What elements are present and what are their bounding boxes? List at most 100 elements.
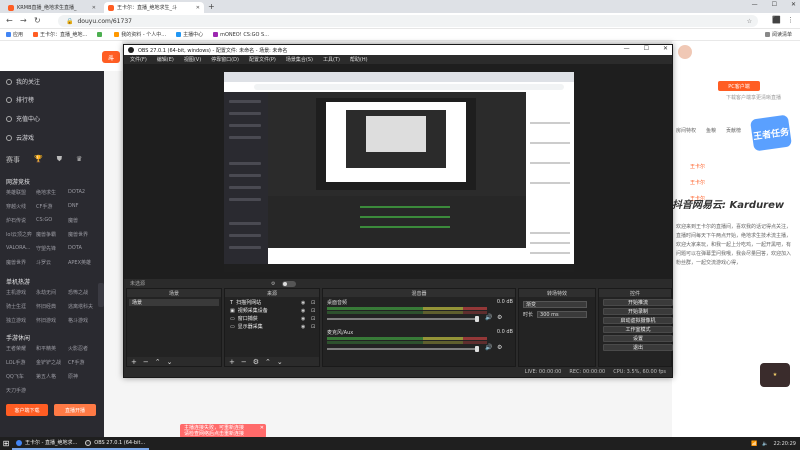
scene-item[interactable]: 场景 — [129, 299, 219, 306]
source-item[interactable]: ▣ 视频采集设备 ◉ ⊡ — [227, 307, 317, 315]
start-live-button[interactable]: 直播开播 — [54, 404, 96, 416]
category-link[interactable]: 火影忍者 — [68, 345, 98, 352]
category-link[interactable]: 格斗游戏 — [68, 317, 98, 324]
promo-badge-icon[interactable]: ★ — [760, 363, 790, 387]
room-tab[interactable]: 房间特权 — [676, 127, 696, 134]
trophy-icon[interactable]: 🏆 — [34, 155, 43, 165]
bookmark-item[interactable]: 王卡尔：直播_绝地... — [33, 31, 87, 38]
maximize-icon[interactable]: ☐ — [644, 45, 649, 52]
lock-icon[interactable]: ⊡ — [311, 324, 315, 330]
category-link[interactable]: CF手游 — [36, 203, 68, 210]
category-link[interactable]: 怀旧经典 — [36, 303, 68, 310]
bookmark-item[interactable]: 我的资料 - 个人中... — [114, 31, 166, 38]
category-link[interactable]: 逃离塔科夫 — [68, 303, 98, 310]
category-link[interactable]: DNF — [68, 203, 98, 210]
taskbar-app-obs[interactable]: OBS 27.0.1 (64-bit... — [81, 437, 150, 450]
maximize-icon[interactable]: ☐ — [772, 1, 777, 8]
taskbar-app-chrome[interactable]: 王卡尔 - 直播_绝地求... — [12, 437, 82, 450]
address-bar[interactable]: 🔒 douyu.com/61737 ☆ — [58, 15, 758, 27]
new-tab-button[interactable]: + — [208, 2, 215, 11]
category-link[interactable]: 绝地求生 — [36, 189, 68, 196]
pc-client-button[interactable]: PC客户端 — [718, 81, 760, 91]
bookmark-item[interactable]: 主播中心 — [176, 31, 203, 38]
close-icon[interactable]: ✕ — [791, 1, 796, 8]
category-link[interactable]: 炉石传说 — [6, 217, 36, 224]
category-link[interactable]: 怀旧游戏 — [36, 317, 68, 324]
room-tab[interactable]: 贡献榜 — [726, 127, 741, 134]
category-link[interactable]: 穿越火线 — [6, 203, 36, 210]
source-item[interactable]: ▭ 显示器采集 ◉ ⊡ — [227, 323, 317, 331]
volume-slider-knob[interactable] — [475, 316, 479, 322]
category-link[interactable]: 主机游戏 — [6, 289, 36, 296]
move-down-icon[interactable]: ⌄ — [167, 358, 173, 366]
transition-type-select[interactable]: 渐变 — [523, 301, 587, 308]
volume-slider[interactable] — [327, 348, 477, 350]
category-link[interactable]: DOTA — [68, 245, 98, 252]
category-link[interactable]: 独立游戏 — [6, 317, 36, 324]
windows-start-icon[interactable]: ⊞ — [0, 437, 12, 450]
shield-icon[interactable]: ⛊ — [57, 155, 62, 165]
category-link[interactable]: 魔兽世界 — [68, 231, 98, 238]
move-up-icon[interactable]: ⌃ — [265, 358, 271, 366]
lock-icon[interactable]: ⊡ — [311, 308, 315, 314]
category-link[interactable]: 恐怖之战 — [68, 289, 98, 296]
category-link[interactable]: 魔兽世界 — [6, 259, 36, 266]
bookmark-apps[interactable]: 应用 — [6, 31, 23, 38]
back-icon[interactable]: ← — [6, 16, 13, 25]
menu-dots-icon[interactable]: ⋮ — [787, 16, 794, 24]
room-tab[interactable]: 鱼粮 — [706, 127, 716, 134]
category-link[interactable]: 金铲铲之战 — [36, 359, 68, 366]
category-link[interactable]: 永劫无间 — [36, 289, 68, 296]
visibility-eye-icon[interactable]: ◉ — [301, 300, 305, 306]
popup-close-icon[interactable]: ✕ — [260, 425, 264, 431]
menu-view[interactable]: 视图(V) — [184, 56, 201, 63]
visibility-eye-icon[interactable]: ◉ — [301, 316, 305, 322]
add-icon[interactable]: + — [229, 358, 235, 366]
user-avatar[interactable] — [678, 45, 692, 59]
category-link[interactable]: 魔兽争霸 — [36, 231, 68, 238]
remove-icon[interactable]: − — [241, 358, 247, 366]
bookmark-item[interactable] — [97, 32, 104, 37]
source-item[interactable]: ▭ 窗口捕获 ◉ ⊡ — [227, 315, 317, 323]
properties-gear-icon[interactable]: ⚙ — [271, 281, 275, 287]
network-icon[interactable]: 📶 — [751, 441, 757, 447]
category-link[interactable]: DOTA2 — [68, 189, 98, 196]
menu-docks[interactable]: 停靠窗口(D) — [211, 56, 239, 63]
sidebar-item-cloud-game[interactable]: 云游戏 — [6, 133, 34, 142]
sidebar-event-label[interactable]: 赛事 — [6, 155, 20, 165]
audio-settings-gear-icon[interactable]: ⚙ — [497, 314, 502, 321]
clock[interactable]: 22:20:29 — [774, 441, 796, 447]
minimize-icon[interactable]: — — [624, 45, 630, 52]
sidebar-item-rank[interactable]: 排行榜 — [6, 95, 34, 104]
bookmark-item[interactable]: mONEO! CS:GO S... — [213, 32, 269, 38]
chat-user[interactable]: 王卡尔 — [690, 163, 705, 170]
volume-slider[interactable] — [327, 318, 477, 320]
obs-preview[interactable] — [124, 64, 672, 279]
extension-icon[interactable]: ⬛ — [772, 16, 781, 24]
audio-settings-gear-icon[interactable]: ⚙ — [497, 344, 502, 351]
category-link[interactable]: 第五人格 — [36, 373, 68, 380]
category-link[interactable]: 守望先锋 — [36, 245, 68, 252]
menu-scene-collection[interactable]: 场景集合(S) — [286, 56, 313, 63]
close-icon[interactable]: ✕ — [663, 45, 668, 52]
crest-icon[interactable]: ♛ — [76, 155, 82, 165]
category-link[interactable]: QQ飞车 — [6, 373, 36, 380]
sidebar-item-recharge[interactable]: 充值中心 — [6, 114, 40, 123]
remove-icon[interactable]: − — [143, 358, 149, 366]
tab-close-icon[interactable]: ✕ — [196, 5, 200, 11]
category-link[interactable]: LOL手游 — [6, 359, 36, 366]
settings-gear-icon[interactable]: ⚙ — [253, 358, 259, 366]
visibility-eye-icon[interactable]: ◉ — [301, 308, 305, 314]
menu-help[interactable]: 帮助(H) — [350, 56, 368, 63]
visibility-eye-icon[interactable]: ◉ — [301, 324, 305, 330]
category-link[interactable]: 天刀手游 — [6, 387, 36, 394]
douyu-logo-icon[interactable]: 斗 — [102, 51, 120, 63]
category-link[interactable]: lol云顶之弈 — [6, 231, 36, 238]
category-link[interactable]: 骑士生涯 — [6, 303, 36, 310]
move-down-icon[interactable]: ⌄ — [277, 358, 283, 366]
minimize-icon[interactable]: — — [752, 1, 758, 8]
virtual-camera-button[interactable]: 启动虚拟摄像机 — [603, 317, 673, 324]
filter-toggle[interactable] — [281, 280, 296, 287]
menu-file[interactable]: 文件(F) — [130, 56, 147, 63]
transition-duration-input[interactable]: 300 ms — [537, 311, 588, 318]
